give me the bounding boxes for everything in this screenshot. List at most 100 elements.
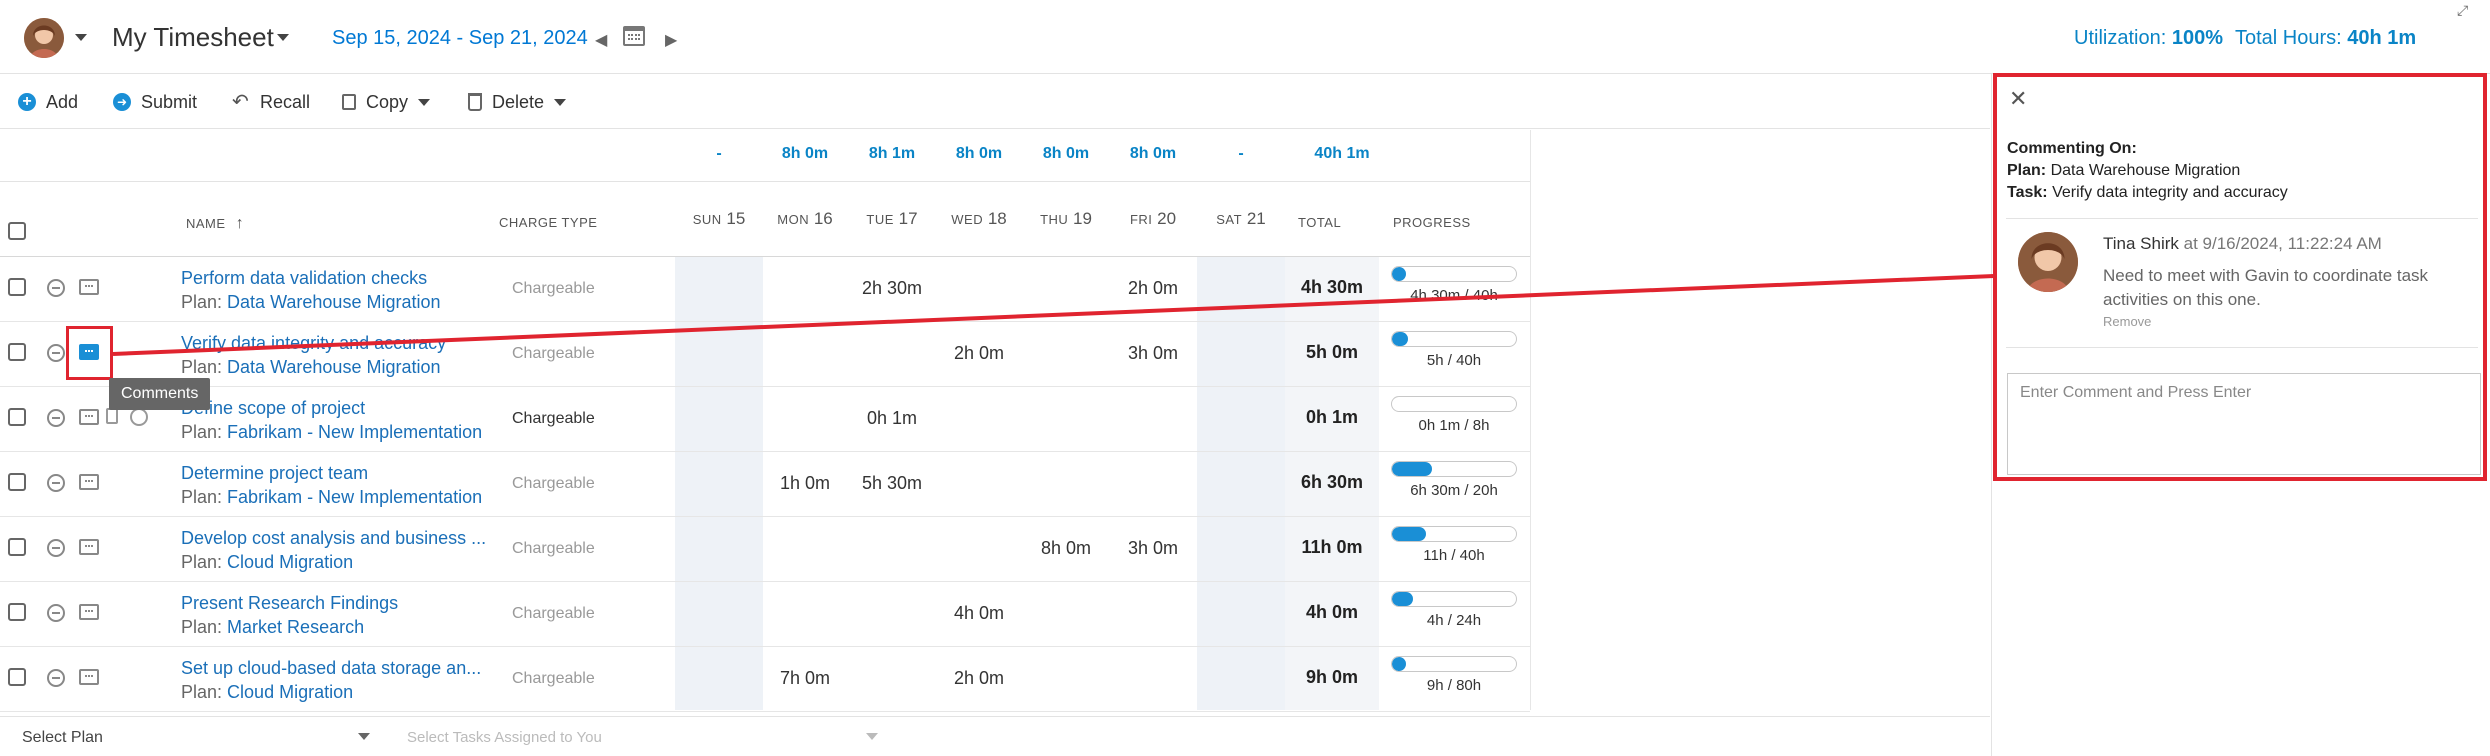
sun-header-day: SUN (692, 212, 722, 227)
charge-type[interactable]: Chargeable (512, 540, 595, 558)
plan-link[interactable]: Cloud Migration (227, 682, 353, 702)
title-dropdown-caret[interactable] (277, 34, 289, 41)
comment-icon[interactable] (79, 604, 99, 620)
plan-label: Plan: (181, 357, 223, 377)
comment-icon[interactable] (79, 669, 99, 685)
hours-cell-tue[interactable]: 0h 1m (848, 408, 936, 429)
comment-icon[interactable] (79, 279, 99, 295)
hours-cell-wed[interactable]: 4h 0m (935, 603, 1023, 624)
task-name-link[interactable]: Determine project team (181, 463, 368, 484)
plan-link[interactable]: Cloud Migration (227, 552, 353, 572)
row-checkbox[interactable] (8, 408, 26, 426)
utilization-label: Utilization: (2074, 27, 2167, 49)
document-icon[interactable] (106, 408, 118, 424)
date-range[interactable]: Sep 15, 2024 - Sep 21, 2024 (332, 27, 588, 50)
task-name-link[interactable]: Verify data integrity and accuracy (181, 333, 446, 354)
table-row[interactable]: Verify data integrity and accuracy Plan: … (0, 322, 1530, 387)
comment-icon[interactable] (79, 539, 99, 555)
total-thu: 8h 0m (1042, 145, 1090, 162)
hours-cell-fri[interactable]: 3h 0m (1109, 538, 1197, 559)
status-circle-icon[interactable] (47, 279, 65, 297)
hours-cell-wed[interactable]: 2h 0m (935, 668, 1023, 689)
plan-link[interactable]: Fabrikam - New Implementation (227, 422, 482, 442)
submit-button[interactable]: ➜ Submit (113, 89, 197, 115)
select-tasks-dropdown[interactable]: Select Tasks Assigned to You (407, 729, 602, 746)
thu-header-day: THU (1040, 212, 1069, 227)
task-name-link[interactable]: Present Research Findings (181, 593, 398, 614)
hours-cell-wed[interactable]: 2h 0m (935, 343, 1023, 364)
row-total: 5h 0m (1305, 342, 1359, 362)
user-avatar[interactable] (24, 18, 64, 58)
row-extra-icons (106, 408, 152, 426)
charge-type-header[interactable]: CHARGE TYPE (499, 215, 597, 230)
hours-cell-mon[interactable]: 1h 0m (761, 473, 849, 494)
charge-type[interactable]: Chargeable (512, 670, 595, 688)
charge-type[interactable]: Chargeable (512, 345, 595, 363)
calendar-icon[interactable] (623, 26, 645, 46)
hours-cell-fri[interactable]: 3h 0m (1109, 343, 1197, 364)
row-checkbox[interactable] (8, 473, 26, 491)
plan-label: Plan: (181, 292, 223, 312)
status-circle-icon[interactable] (47, 409, 65, 427)
table-row[interactable]: Perform data validation checks Plan: Data… (0, 257, 1530, 322)
progress-label: 9h / 80h (1426, 677, 1482, 694)
plan-link[interactable]: Fabrikam - New Implementation (227, 487, 482, 507)
hours-cell-thu[interactable]: 8h 0m (1022, 538, 1110, 559)
charge-type[interactable]: Chargeable (512, 410, 595, 428)
status-circle-icon[interactable] (47, 344, 65, 362)
header: My Timesheet Sep 15, 2024 - Sep 21, 2024… (0, 0, 2490, 74)
copy-label: Copy (366, 91, 409, 112)
row-total: 4h 0m (1305, 602, 1359, 622)
plan-link[interactable]: Market Research (227, 617, 364, 637)
task-name-link[interactable]: Set up cloud-based data storage an... (181, 658, 481, 679)
row-checkbox[interactable] (8, 603, 26, 621)
progress-bar (1391, 461, 1517, 477)
page-title[interactable]: My Timesheet (112, 22, 274, 53)
chevron-down-icon[interactable] (866, 733, 878, 740)
hours-cell-mon[interactable]: 7h 0m (761, 668, 849, 689)
status-circle-icon[interactable] (47, 474, 65, 492)
select-plan-dropdown[interactable]: Select Plan (22, 729, 103, 747)
clock-icon[interactable] (130, 408, 148, 426)
hours-cell-tue[interactable]: 2h 30m (848, 278, 936, 299)
charge-type[interactable]: Chargeable (512, 605, 595, 623)
submit-label: Submit (141, 91, 198, 112)
row-checkbox[interactable] (8, 343, 26, 361)
plan-label: Plan: (181, 617, 223, 637)
row-checkbox[interactable] (8, 538, 26, 556)
table-row[interactable]: Determine project team Plan: Fabrikam - N… (0, 452, 1530, 517)
task-name-link[interactable]: Perform data validation checks (181, 268, 427, 289)
sun-header: SUN 15 (675, 209, 763, 229)
table-row[interactable]: Develop cost analysis and business ... Pl… (0, 517, 1530, 582)
row-total: 0h 1m (1305, 407, 1359, 427)
comment-icon[interactable] (79, 409, 99, 425)
table-row[interactable]: Set up cloud-based data storage an... Pla… (0, 647, 1530, 712)
hours-cell-fri[interactable]: 2h 0m (1109, 278, 1197, 299)
next-week-icon[interactable]: ▶ (665, 30, 677, 50)
progress-label: 5h / 40h (1426, 352, 1482, 369)
table-row[interactable]: Present Research Findings Plan: Market Re… (0, 582, 1530, 647)
copy-button[interactable]: Copy (342, 89, 431, 115)
plan-link[interactable]: Data Warehouse Migration (227, 357, 440, 377)
row-checkbox[interactable] (8, 278, 26, 296)
add-button[interactable]: + Add (18, 89, 78, 115)
table-row[interactable]: Define scope of project Plan: Fabrikam - … (0, 387, 1530, 452)
user-menu-caret[interactable] (75, 34, 87, 41)
task-name-link[interactable]: Develop cost analysis and business ... (181, 528, 486, 549)
recall-button[interactable]: ↶ Recall (232, 89, 310, 115)
expand-icon[interactable]: ⤢ (2457, 2, 2468, 19)
name-column-header[interactable]: NAME ↑ (186, 215, 244, 233)
row-checkbox[interactable] (8, 668, 26, 686)
charge-type[interactable]: Chargeable (512, 475, 595, 493)
charge-type[interactable]: Chargeable (512, 280, 595, 298)
status-circle-icon[interactable] (47, 669, 65, 687)
plan-link[interactable]: Data Warehouse Migration (227, 292, 440, 312)
prev-week-icon[interactable]: ◀ (595, 30, 607, 50)
status-circle-icon[interactable] (47, 539, 65, 557)
select-all-checkbox[interactable] (8, 222, 26, 240)
delete-button[interactable]: Delete (468, 89, 567, 115)
chevron-down-icon[interactable] (358, 733, 370, 740)
hours-cell-tue[interactable]: 5h 30m (848, 473, 936, 494)
comment-icon[interactable] (79, 474, 99, 490)
status-circle-icon[interactable] (47, 604, 65, 622)
